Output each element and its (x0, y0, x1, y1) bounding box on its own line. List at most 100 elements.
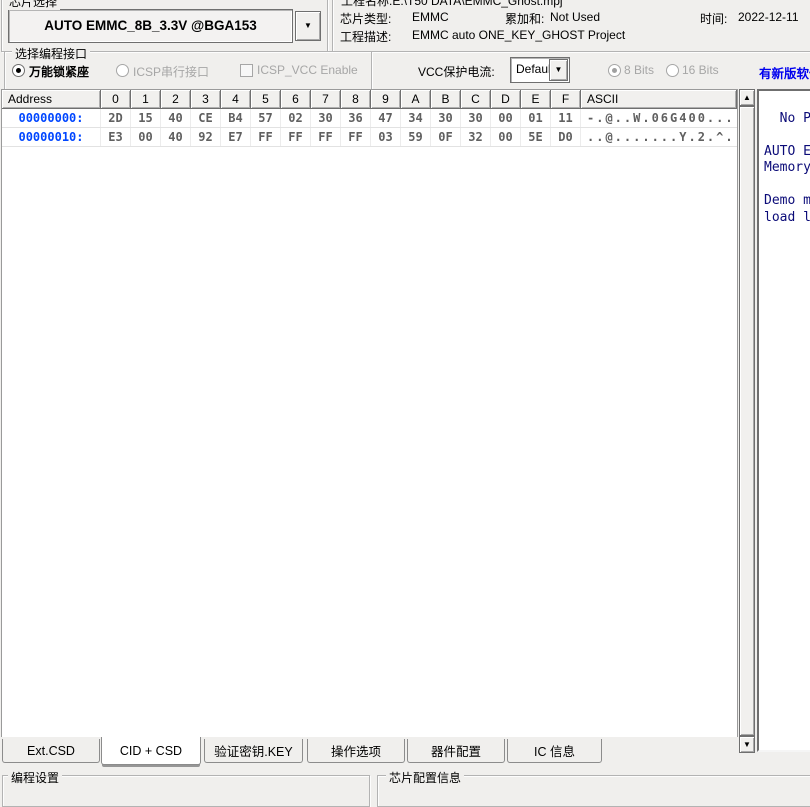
hex-byte: 92 (191, 128, 221, 146)
hex-header-col[interactable]: E (521, 90, 551, 109)
hex-byte: FF (341, 128, 371, 146)
scroll-down-button[interactable]: ▼ (739, 736, 755, 753)
tab-cid-csd[interactable]: CID + CSD (101, 737, 201, 765)
radio-dot-icon (16, 68, 21, 73)
hex-header-row: Address 0 1 2 3 4 5 6 7 8 9 A B C D E F … (2, 90, 737, 109)
hex-viewer: Address 0 1 2 3 4 5 6 7 8 9 A B C D E F … (1, 89, 738, 737)
hex-header-col[interactable]: D (491, 90, 521, 109)
hex-address: 00000000: (2, 109, 101, 127)
scrollbar-thumb[interactable] (739, 106, 755, 736)
hex-header-col[interactable]: 8 (341, 90, 371, 109)
hex-byte: 34 (401, 109, 431, 127)
chevron-down-icon: ▼ (555, 66, 563, 74)
hex-header-col[interactable]: 9 (371, 90, 401, 109)
hex-byte: 00 (131, 128, 161, 146)
hex-row: 00000010: E3 00 40 92 E7 FF FF FF FF 03 … (2, 128, 737, 147)
hex-byte: B4 (221, 109, 251, 127)
time-label: 时间: (700, 10, 727, 27)
time-value: 2022-12-11 (738, 10, 799, 24)
hex-header-address[interactable]: Address (2, 90, 101, 109)
status-line (764, 94, 810, 111)
hex-byte: 00 (491, 109, 521, 127)
radio-icsp-serial-label: ICSP串行接口 (133, 63, 209, 80)
hex-byte: 0F (431, 128, 461, 146)
checksum-label: 累加和: (505, 10, 544, 27)
hex-byte: FF (311, 128, 341, 146)
radio-16bits-label: 16 Bits (682, 63, 719, 77)
tab-device-config[interactable]: 器件配置 (407, 739, 505, 763)
hex-row: 00000000: 2D 15 40 CE B4 57 02 30 36 47 … (2, 109, 737, 128)
tab-ext-csd[interactable]: Ext.CSD (2, 739, 100, 763)
tab-verify-key[interactable]: 验证密钥.KEY (204, 739, 303, 763)
tab-operation-options[interactable]: 操作选项 (307, 739, 405, 763)
hex-byte: 30 (311, 109, 341, 127)
tab-ic-info[interactable]: IC 信息 (507, 739, 602, 763)
hex-header-col[interactable]: F (551, 90, 581, 109)
checkbox-icsp-vcc (240, 64, 253, 77)
status-info-panel: No Pr AUTO E Memory Demo m load l (757, 89, 810, 752)
scroll-up-icon: ▲ (743, 94, 751, 102)
project-name-label: 工程名称:E:\T50 DATA\EMMC_Ghost.mpj (338, 0, 566, 9)
hex-header-col[interactable]: 3 (191, 90, 221, 109)
checksum-value: Not Used (550, 10, 600, 24)
hex-ascii: ..@.......Y.2.^. (581, 128, 737, 146)
hex-header-col[interactable]: 6 (281, 90, 311, 109)
hex-byte: 11 (551, 109, 581, 127)
hex-address: 00000010: (2, 128, 101, 146)
hex-byte: 47 (371, 109, 401, 127)
scroll-up-button[interactable]: ▲ (739, 89, 755, 106)
hex-byte: E3 (101, 128, 131, 146)
hex-byte: 00 (491, 128, 521, 146)
hex-byte: 30 (461, 109, 491, 127)
hex-byte: 02 (281, 109, 311, 127)
hex-header-ascii[interactable]: ASCII (581, 90, 737, 109)
programming-settings-label: 编程设置 (8, 769, 62, 786)
hex-byte: 01 (521, 109, 551, 127)
project-desc-value: EMMC auto ONE_KEY_GHOST Project (412, 28, 625, 42)
hex-byte: 03 (371, 128, 401, 146)
vcc-current-dropdown[interactable]: Default ▼ (510, 57, 570, 83)
status-line (764, 177, 810, 194)
chip-select-combobox[interactable]: AUTO EMMC_8B_3.3V @BGA153 (8, 9, 293, 43)
vcc-protect-current-label: VCC保护电流: (418, 63, 495, 80)
chip-type-value: EMMC (412, 10, 449, 24)
hex-byte: 5E (521, 128, 551, 146)
vcc-dropdown-button[interactable]: ▼ (549, 59, 568, 81)
status-line: Memory (764, 160, 810, 177)
status-info-text: No Pr AUTO E Memory Demo m load l (764, 94, 810, 226)
radio-8bits (608, 64, 621, 77)
hex-header-col[interactable]: B (431, 90, 461, 109)
hex-header-col[interactable]: 0 (101, 90, 131, 109)
new-version-link[interactable]: 有新版软件 (759, 63, 810, 82)
status-line: Demo m (764, 193, 810, 210)
project-desc-label: 工程描述: (340, 28, 391, 45)
status-line: load l (764, 210, 810, 227)
radio-universal-socket[interactable] (12, 64, 25, 77)
hex-byte: 40 (161, 128, 191, 146)
radio-16bits (666, 64, 679, 77)
radio-8bits-label: 8 Bits (624, 63, 654, 77)
hex-scrollbar[interactable]: ▲ ▼ (739, 89, 755, 753)
hex-header-col[interactable]: 7 (311, 90, 341, 109)
status-line (764, 127, 810, 144)
radio-universal-socket-label: 万能锁紧座 (29, 63, 89, 80)
radio-icsp-serial (116, 64, 129, 77)
hex-byte: 32 (461, 128, 491, 146)
hex-header-col[interactable]: 5 (251, 90, 281, 109)
hex-header-col[interactable]: C (461, 90, 491, 109)
hex-byte: E7 (221, 128, 251, 146)
hex-byte: 2D (101, 109, 131, 127)
radio-dot-icon (612, 68, 617, 73)
chip-type-label: 芯片类型: (340, 10, 391, 27)
hex-header-col[interactable]: A (401, 90, 431, 109)
hex-byte: D0 (551, 128, 581, 146)
hex-header-col[interactable]: 4 (221, 90, 251, 109)
hex-header-col[interactable]: 1 (131, 90, 161, 109)
status-line: No Pr (764, 111, 810, 128)
hex-byte: 15 (131, 109, 161, 127)
checkbox-icsp-vcc-label: ICSP_VCC Enable (257, 63, 358, 77)
hex-byte: 57 (251, 109, 281, 127)
hex-byte: FF (251, 128, 281, 146)
hex-header-col[interactable]: 2 (161, 90, 191, 109)
chip-select-dropdown-button[interactable]: ▼ (295, 11, 321, 41)
